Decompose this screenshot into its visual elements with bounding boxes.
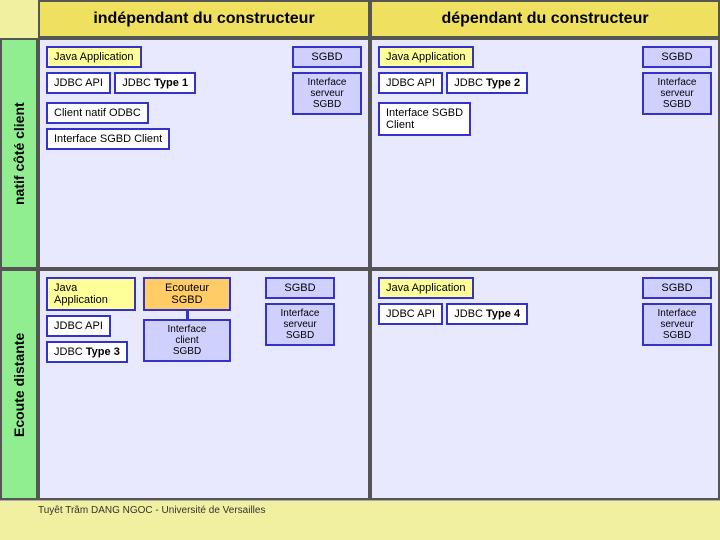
sgbd-bl: SGBD: [265, 277, 335, 299]
cell-top-left: Java Application JDBC API JDBC Type 1 Cl…: [38, 38, 370, 269]
sgbd-tl: SGBD: [292, 46, 362, 68]
jdbc-api-tl: JDBC API: [46, 72, 111, 94]
bl-right: SGBD InterfaceserveurSGBD: [238, 277, 362, 367]
jdbc-type3: JDBC Type 3: [46, 341, 128, 363]
sidebar: natif côté client Ecoute distante: [0, 38, 38, 500]
interface-sgbd-tr: Interface SGBDClient: [378, 102, 634, 140]
interface-serveur-br: InterfaceserveurSGBD: [642, 303, 712, 346]
header-independent: indépendant du constructeur: [38, 0, 370, 38]
br-left: Java Application JDBC API JDBC Type 4: [378, 277, 634, 346]
tl-layout: Java Application JDBC API JDBC Type 1 Cl…: [46, 46, 362, 154]
header-spacer: [0, 0, 38, 38]
bottom-row: Java Application JDBC API JDBC Type 3: [38, 269, 720, 500]
sidebar-bottom-label: Ecoute distante: [0, 269, 38, 500]
cell-bottom-left: Java Application JDBC API JDBC Type 3: [38, 269, 370, 500]
top-row: Java Application JDBC API JDBC Type 1 Cl…: [38, 38, 720, 269]
ecouteur-sgbd: Ecouteur SGBD: [143, 277, 231, 311]
java-app-tl: Java Application: [46, 46, 142, 68]
sidebar-top-label: natif côté client: [0, 38, 38, 269]
jdbc-type1: JDBC Type 1: [114, 72, 196, 94]
independent-label: indépendant du constructeur: [93, 10, 314, 28]
java-app-tr: Java Application: [378, 46, 474, 68]
main-grid: natif côté client Ecoute distante Java A…: [0, 38, 720, 500]
connector-v: [186, 311, 189, 319]
java-app-br: Java Application: [378, 277, 474, 299]
header-dependent: dépendant du constructeur: [370, 0, 720, 38]
jdbc-type4: JDBC Type 4: [446, 303, 528, 325]
jdbc-api-tr: JDBC API: [378, 72, 443, 94]
footer: Tuyêt Trâm DANG NGOC - Université de Ver…: [0, 500, 720, 520]
java-app-bl: Java Application: [46, 277, 136, 311]
interface-client-sgbd: InterfaceclientSGBD: [143, 319, 231, 362]
header-row: indépendant du constructeur dépendant du…: [0, 0, 720, 38]
tr-layout: Java Application JDBC API JDBC Type 2 In…: [378, 46, 712, 140]
bl-layout: Java Application JDBC API JDBC Type 3: [46, 277, 362, 367]
jdbc-api-br: JDBC API: [378, 303, 443, 325]
br-right: SGBD InterfaceserveurSGBD: [642, 277, 712, 346]
tr-left: Java Application JDBC API JDBC Type 2 In…: [378, 46, 634, 140]
interface-serveur-bl: InterfaceserveurSGBD: [265, 303, 335, 346]
tl-left: Java Application JDBC API JDBC Type 1 Cl…: [46, 46, 284, 154]
cell-top-right: Java Application JDBC API JDBC Type 2 In…: [370, 38, 720, 269]
main-container: indépendant du constructeur dépendant du…: [0, 0, 720, 540]
cell-bottom-right: Java Application JDBC API JDBC Type 4: [370, 269, 720, 500]
tr-right: SGBD InterfaceserveurSGBD: [642, 46, 712, 140]
interface-serveur-tl: InterfaceserveurSGBD: [292, 72, 362, 115]
dependent-label: dépendant du constructeur: [441, 10, 648, 28]
bl-middle: Ecouteur SGBD InterfaceclientSGBD: [142, 277, 232, 367]
sgbd-tr: SGBD: [642, 46, 712, 68]
interface-sgbd-client-tl: Interface SGBD Client: [46, 128, 170, 150]
interface-serveur-tr: InterfaceserveurSGBD: [642, 72, 712, 115]
jdbc-type2: JDBC Type 2: [446, 72, 528, 94]
client-natif-box: Client natif ODBC: [46, 102, 284, 128]
bl-left: Java Application JDBC API JDBC Type 3: [46, 277, 136, 367]
sgbd-br: SGBD: [642, 277, 712, 299]
tl-right: SGBD InterfaceserveurSGBD: [292, 46, 362, 154]
jdbc-api-bl: JDBC API: [46, 315, 111, 337]
grid-content: Java Application JDBC API JDBC Type 1 Cl…: [38, 38, 720, 500]
br-layout: Java Application JDBC API JDBC Type 4: [378, 277, 712, 346]
footer-text: Tuyêt Trâm DANG NGOC - Université de Ver…: [38, 505, 265, 516]
